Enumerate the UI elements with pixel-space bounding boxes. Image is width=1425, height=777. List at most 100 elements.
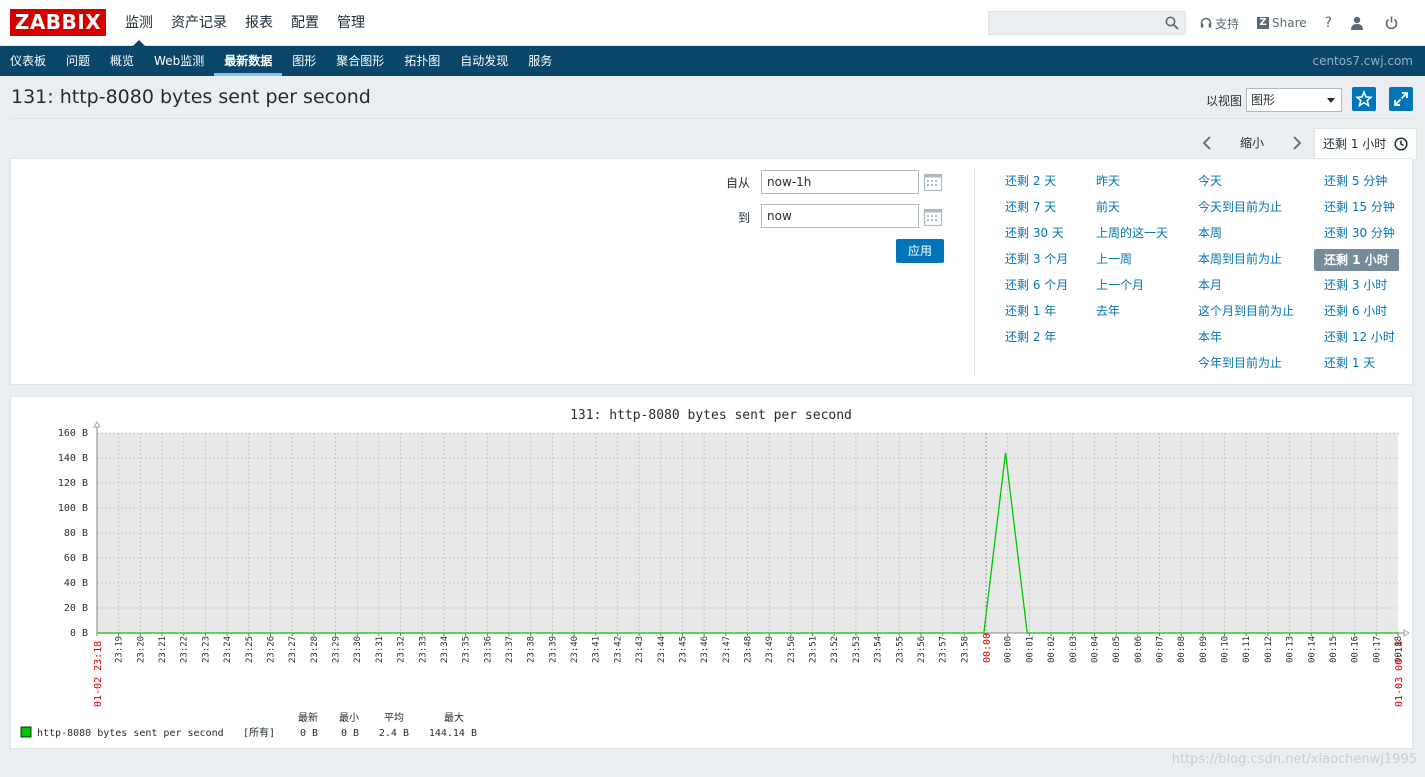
x-tick-label: 23:48 [744, 636, 754, 663]
main-menu-item[interactable]: 配置 [282, 0, 328, 46]
from-input[interactable]: now-1h [761, 170, 919, 194]
quick-range-link[interactable]: 还剩 30 天 [1005, 223, 1068, 249]
quick-range-link[interactable]: 还剩 2 天 [1005, 171, 1068, 197]
sub-menu-item[interactable]: 最新数据 [214, 46, 283, 76]
legend-swatch [20, 726, 32, 738]
line-chart: 131: http-8080 bytes sent per second 0 B 2… [20, 408, 1410, 739]
legend-value-last: 0 B [300, 728, 318, 739]
x-tick-label: 23:19 [115, 636, 125, 663]
quick-range-link[interactable]: 还剩 7 天 [1005, 197, 1068, 223]
main-menu-item[interactable]: 管理 [328, 0, 374, 46]
main-menu-item[interactable]: 报表 [236, 0, 282, 46]
sub-menu-item[interactable]: 问题 [56, 46, 100, 76]
apply-button[interactable]: 应用 [896, 239, 944, 263]
quick-range-link[interactable]: 还剩 2 年 [1005, 327, 1068, 353]
y-tick-label: 120 B [58, 478, 88, 489]
fullscreen-icon [1394, 92, 1408, 106]
x-tick-label: 23:41 [592, 636, 602, 663]
chevron-right-icon [1293, 136, 1302, 150]
y-tick-label: 60 B [64, 553, 88, 564]
sub-menu-item[interactable]: 服务 [518, 46, 562, 76]
quick-range-link[interactable]: 还剩 6 小时 [1324, 301, 1399, 327]
profile-button[interactable] [1350, 16, 1367, 30]
quick-range-link[interactable]: 还剩 30 分钟 [1324, 223, 1399, 249]
zabbix-logo[interactable]: ZABBIX [10, 9, 106, 36]
quick-range-link[interactable]: 本年 [1198, 327, 1294, 353]
calendar-to-icon[interactable] [923, 207, 943, 227]
quick-range-link[interactable]: 今年到目前为止 [1198, 353, 1294, 379]
sub-menu-item[interactable]: 拓扑图 [394, 46, 450, 76]
main-menu-item[interactable]: 资产记录 [162, 0, 236, 46]
quick-range-link[interactable]: 还剩 12 小时 [1324, 327, 1399, 353]
quick-range-link[interactable]: 上一周 [1096, 249, 1168, 275]
legend-header: 最新 [298, 711, 318, 724]
x-tick-label: 00:08 [1177, 636, 1187, 663]
quick-range-link[interactable]: 还剩 15 分钟 [1324, 197, 1399, 223]
quick-range-link[interactable]: 今天 [1198, 171, 1294, 197]
sub-menu-item[interactable]: 图形 [282, 46, 326, 76]
search-icon[interactable] [1165, 16, 1179, 30]
main-menu-item[interactable]: 监测 [116, 0, 162, 47]
quick-range-link[interactable]: 今天到目前为止 [1198, 197, 1294, 223]
quick-range-link[interactable]: 还剩 3 个月 [1005, 249, 1068, 275]
legend-header: 最大 [444, 711, 464, 724]
zoom-out-button[interactable]: 缩小 [1224, 128, 1280, 158]
x-tick-label: 23:44 [657, 636, 667, 663]
quick-range-link[interactable]: 本周 [1198, 223, 1294, 249]
quick-range-link[interactable]: 还剩 1 年 [1005, 301, 1068, 327]
graph-panel: 131: http-8080 bytes sent per second 0 B 2… [10, 396, 1413, 749]
quick-ranges-col-2: 昨天 前天 上周的这一天 上一周 上一个月 去年 [1096, 171, 1168, 327]
x-tick-label: 23:30 [353, 636, 363, 663]
x-tick-label: 23:52 [830, 636, 840, 663]
sub-menu-item[interactable]: 概览 [100, 46, 144, 76]
x-start-label: 01-02 23:18 [93, 641, 104, 707]
x-tick-label: 00:06 [1134, 636, 1144, 663]
x-tick-label: 00:00 [1004, 636, 1014, 663]
x-tick-label: 00:04 [1090, 636, 1100, 663]
quick-range-link[interactable]: 昨天 [1096, 171, 1168, 197]
time-prev-button[interactable] [1190, 128, 1224, 158]
legend-header: 平均 [384, 712, 404, 724]
quick-range-link[interactable]: 上一个月 [1096, 275, 1168, 301]
x-tick-label: 23:23 [201, 636, 211, 663]
x-midnight-label: 00:00 [982, 633, 993, 663]
x-tick-label: 23:49 [765, 636, 775, 663]
sub-menu-item[interactable]: Web监测 [144, 46, 214, 76]
quick-range-link[interactable]: 前天 [1096, 197, 1168, 223]
calendar-from-icon[interactable] [923, 172, 943, 192]
y-tick-label: 100 B [58, 503, 88, 514]
to-input[interactable]: now [761, 204, 919, 228]
quick-range-link[interactable]: 这个月到目前为止 [1198, 301, 1294, 327]
x-tick-label: 00:09 [1199, 636, 1209, 663]
logout-button[interactable] [1385, 16, 1401, 30]
share-link[interactable]: Z Share [1257, 16, 1307, 30]
sub-menu-item[interactable]: 仪表板 [0, 46, 56, 76]
support-link[interactable]: 支持 [1200, 15, 1239, 32]
quick-range-link[interactable]: 上周的这一天 [1096, 223, 1168, 249]
x-tick-label: 23:42 [613, 636, 623, 663]
quick-range-link[interactable]: 还剩 5 分钟 [1324, 171, 1399, 197]
quick-range-link[interactable]: 本月 [1198, 275, 1294, 301]
quick-range-link[interactable]: 去年 [1096, 301, 1168, 327]
x-tick-label: 23:29 [332, 636, 342, 663]
tab-time-period-label: 还剩 1 小时 [1323, 137, 1387, 151]
search-input[interactable] [988, 11, 1186, 35]
y-tick-label: 0 B [70, 628, 88, 639]
sub-menu-item[interactable]: 自动发现 [450, 46, 518, 76]
view-as-select[interactable]: 图形 [1246, 88, 1343, 112]
watermark: https://blog.csdn.net/xiaochenwj1995 [1171, 752, 1417, 767]
to-label: 到 [738, 211, 751, 225]
fullscreen-button[interactable] [1389, 87, 1413, 111]
y-tick-label: 140 B [58, 453, 88, 464]
quick-range-link[interactable]: 还剩 3 小时 [1324, 275, 1399, 301]
tab-time-period[interactable]: 还剩 1 小时 [1314, 128, 1418, 159]
quick-range-link[interactable]: 还剩 1 天 [1324, 353, 1399, 379]
time-next-button[interactable] [1280, 128, 1314, 158]
help-button[interactable]: ? [1325, 15, 1332, 31]
quick-range-link[interactable]: 本周到目前为止 [1198, 249, 1294, 275]
sub-menu-item[interactable]: 聚合图形 [326, 46, 394, 76]
favourite-button[interactable] [1352, 87, 1376, 111]
quick-range-link[interactable]: 还剩 6 个月 [1005, 275, 1068, 301]
quick-range-link[interactable]: 还剩 1 小时 [1314, 249, 1399, 271]
page-title: 131: http-8080 bytes sent per second [11, 86, 371, 108]
